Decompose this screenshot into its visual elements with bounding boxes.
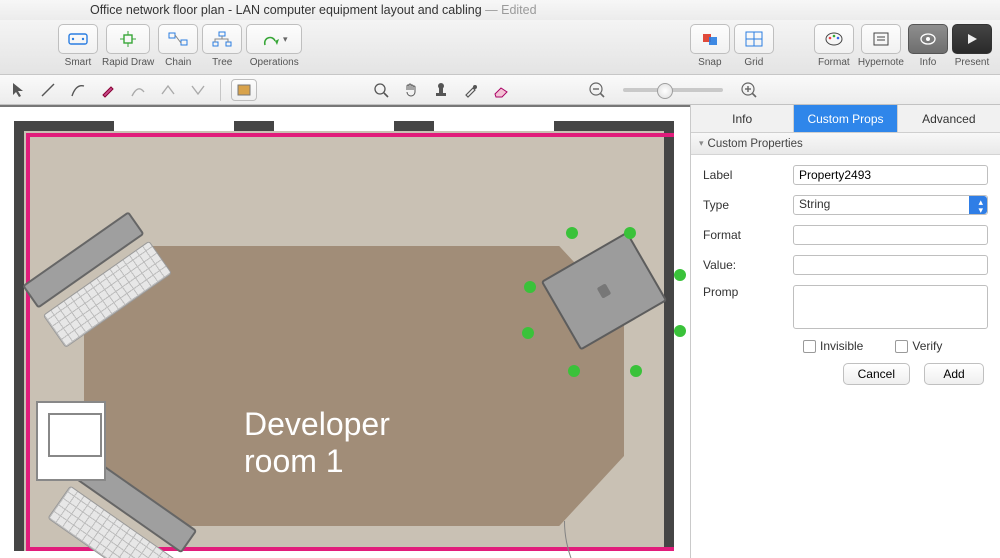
printer-shape[interactable] — [36, 401, 106, 481]
connector-1-tool[interactable] — [126, 79, 150, 101]
operations-button[interactable]: ▾ — [246, 24, 302, 54]
resize-handle[interactable] — [566, 227, 578, 239]
grid-label: Grid — [744, 57, 763, 68]
tab-info[interactable]: Info — [691, 105, 794, 132]
eyedropper-tool[interactable] — [459, 79, 483, 101]
chain-button[interactable] — [158, 24, 198, 54]
type-label: Type — [703, 198, 793, 212]
tab-advanced[interactable]: Advanced — [898, 105, 1000, 132]
zoom-out-button[interactable] — [585, 79, 609, 101]
inspector-panel: Info Custom Props Advanced Custom Proper… — [690, 105, 1000, 558]
connector-2-tool[interactable] — [156, 79, 180, 101]
info-button[interactable] — [908, 24, 948, 54]
present-button[interactable] — [952, 24, 992, 54]
custom-properties-section[interactable]: Custom Properties — [691, 133, 1000, 155]
tree-label: Tree — [212, 57, 232, 68]
laptop-icon — [541, 231, 668, 350]
resize-handle[interactable] — [674, 325, 686, 337]
rapid-draw-button[interactable] — [106, 24, 150, 54]
edited-indicator: — Edited — [485, 3, 536, 17]
pointer-tool[interactable] — [6, 79, 30, 101]
selected-laptop[interactable] — [524, 231, 684, 381]
pen-tool[interactable] — [96, 79, 120, 101]
type-select[interactable]: String ▴▾ — [793, 195, 988, 215]
grid-button[interactable] — [734, 24, 774, 54]
room-label: Developer room 1 — [244, 406, 390, 480]
resize-handle[interactable] — [522, 327, 534, 339]
snap-button[interactable] — [690, 24, 730, 54]
window-title: Office network floor plan - LAN computer… — [90, 3, 482, 17]
resize-handle[interactable] — [524, 281, 536, 293]
operations-label: Operations — [250, 57, 299, 68]
info-label: Info — [920, 57, 937, 68]
zoom-tool[interactable] — [369, 79, 393, 101]
drawing-canvas[interactable]: Developer room 1 — [0, 105, 690, 558]
verify-checkbox[interactable]: Verify — [895, 339, 942, 353]
rapid-draw-label: Rapid Draw — [102, 57, 154, 68]
tab-custom-props[interactable]: Custom Props — [794, 105, 897, 132]
main-toolbar: Smart Rapid Draw Chain Tree ▾ Operat — [0, 20, 1000, 75]
stamp-tool[interactable] — [429, 79, 453, 101]
hypernote-label: Hypernote — [858, 57, 904, 68]
window-titlebar: Office network floor plan - LAN computer… — [0, 0, 1000, 20]
curve-tool[interactable] — [66, 79, 90, 101]
hypernote-button[interactable] — [861, 24, 901, 54]
zoom-slider[interactable] — [623, 88, 723, 92]
shape-toolstrip — [0, 75, 1000, 105]
value-label: Value: — [703, 258, 793, 272]
prompt-field[interactable] — [793, 285, 988, 329]
value-field[interactable] — [793, 255, 988, 275]
cancel-button[interactable]: Cancel — [843, 363, 910, 385]
door-shape[interactable] — [564, 521, 674, 558]
connector-3-tool[interactable] — [186, 79, 210, 101]
tree-button[interactable] — [202, 24, 242, 54]
format-button[interactable] — [814, 24, 854, 54]
chain-label: Chain — [165, 57, 191, 68]
resize-handle[interactable] — [674, 269, 686, 281]
invisible-checkbox[interactable]: Invisible — [803, 339, 863, 353]
smart-label: Smart — [65, 57, 92, 68]
smart-button[interactable] — [58, 24, 98, 54]
snap-label: Snap — [698, 57, 721, 68]
prompt-label: Promp — [703, 285, 793, 299]
format-field[interactable] — [793, 225, 988, 245]
present-label: Present — [955, 57, 989, 68]
fill-tool[interactable] — [231, 79, 257, 101]
format-label: Format — [818, 57, 850, 68]
line-tool[interactable] — [36, 79, 60, 101]
format-label: Format — [703, 228, 793, 242]
resize-handle[interactable] — [630, 365, 642, 377]
zoom-in-button[interactable] — [737, 79, 761, 101]
add-button[interactable]: Add — [924, 363, 984, 385]
resize-handle[interactable] — [624, 227, 636, 239]
hand-tool[interactable] — [399, 79, 423, 101]
eraser-tool[interactable] — [489, 79, 513, 101]
label-field[interactable] — [793, 165, 988, 185]
resize-handle[interactable] — [568, 365, 580, 377]
label-label: Label — [703, 168, 793, 182]
